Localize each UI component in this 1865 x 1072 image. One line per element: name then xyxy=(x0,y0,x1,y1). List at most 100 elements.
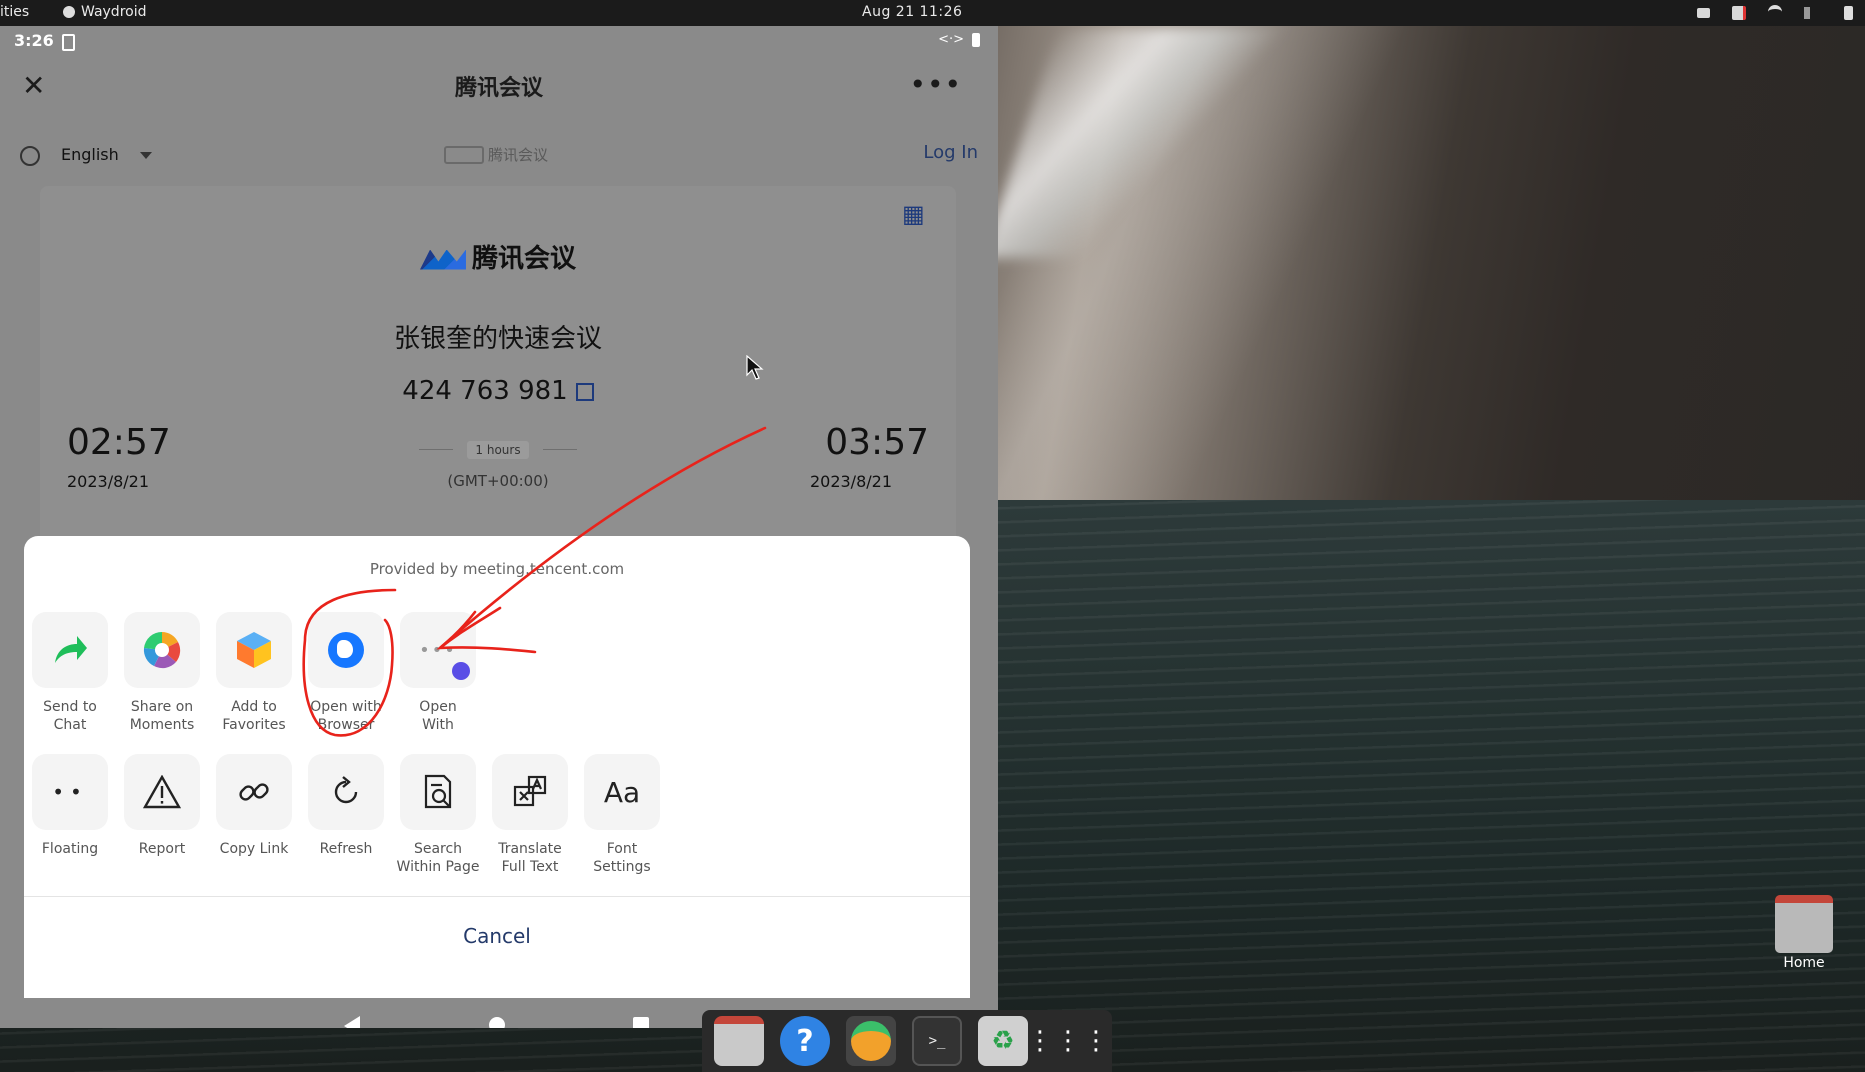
tile[interactable] xyxy=(216,612,292,688)
cancel-button[interactable]: Cancel xyxy=(24,924,970,948)
tile[interactable] xyxy=(308,612,384,688)
meeting-id: 424 763 981 xyxy=(402,376,568,406)
label-line2: Browser xyxy=(317,717,375,733)
duration-badge: 1 hours xyxy=(467,441,529,459)
label-line1: Font xyxy=(606,841,638,857)
brand-logo: 腾讯会议 xyxy=(40,238,956,275)
app-grid-icon[interactable]: ⋮⋮⋮ xyxy=(1027,1016,1109,1066)
label-line1: Open xyxy=(419,699,457,715)
home-circle-icon[interactable] xyxy=(489,1017,505,1028)
label-line1: Send to xyxy=(43,699,97,715)
meeting-title: 张银奎的快速会议 xyxy=(393,324,602,354)
link-badge-icon xyxy=(452,662,470,680)
android-battery-icon xyxy=(972,32,980,47)
label-line1: Open with xyxy=(310,699,382,715)
pdf-icon xyxy=(1732,6,1746,20)
system-tray[interactable] xyxy=(1697,5,1853,21)
language-bar: English 腾讯会议 Log In xyxy=(0,130,998,178)
report-button[interactable]: Report xyxy=(124,754,200,876)
label-line1: Translate xyxy=(498,841,562,857)
copy-link-label: Copy Link xyxy=(219,841,289,857)
terminal-icon[interactable]: >_ xyxy=(912,1016,962,1066)
divider xyxy=(24,896,970,897)
chevron-down-icon[interactable] xyxy=(140,152,152,159)
add-to-favorites-button[interactable]: Add to Favorites xyxy=(216,612,292,734)
share-row: Send to Chat Share on Moments Add to Fav… xyxy=(32,612,476,734)
font-settings-button[interactable]: Aa Font Settings xyxy=(584,754,660,876)
clock[interactable]: Aug 21 11:26 xyxy=(862,4,962,20)
copy-link-button[interactable]: Copy Link xyxy=(216,754,292,876)
copy-icon[interactable] xyxy=(575,382,594,401)
webview-header: ✕ 腾讯会议 ••• xyxy=(0,56,998,114)
tile[interactable] xyxy=(492,754,568,830)
label-line2: With xyxy=(422,717,454,733)
open-with-browser-button[interactable]: Open with Browser xyxy=(308,612,384,734)
trash-icon[interactable]: ♻ xyxy=(978,1016,1028,1066)
tile[interactable]: ••• xyxy=(400,612,476,688)
browser-globe-icon xyxy=(328,632,364,668)
label-line2: Settings xyxy=(593,859,651,875)
app-name: Waydroid xyxy=(81,4,147,20)
waydroid-logo-icon xyxy=(851,1021,891,1061)
display-icon xyxy=(1697,8,1710,18)
tile[interactable] xyxy=(124,754,200,830)
provided-by-label: Provided by meeting.tencent.com xyxy=(369,560,625,578)
android-status-bar: 3:26 <·> xyxy=(0,26,998,56)
brand-small-label: 腾讯会议 xyxy=(488,146,549,164)
label-line2: Within Page xyxy=(396,859,480,875)
status-time: 3:26 xyxy=(14,31,54,50)
end-date: 2023/8/21 xyxy=(809,472,892,491)
tencent-meeting-logo-icon xyxy=(444,145,484,164)
tile[interactable] xyxy=(400,754,476,830)
label-line2: Moments xyxy=(129,717,195,733)
translate-full-text-button[interactable]: Translate Full Text xyxy=(492,754,568,876)
send-to-chat-button[interactable]: Send to Chat xyxy=(32,612,108,734)
label-line1: Share on xyxy=(130,699,194,715)
recents-icon[interactable] xyxy=(633,1017,649,1028)
tile[interactable] xyxy=(124,612,200,688)
search-within-page-button[interactable]: Search Within Page xyxy=(397,754,479,876)
translate-icon xyxy=(513,775,547,807)
label-line1: Add to xyxy=(231,699,277,715)
action-row: •• Floating Report Copy Link Refresh Sea… xyxy=(32,754,660,876)
open-with-button[interactable]: ••• Open With xyxy=(400,612,476,734)
globe-icon xyxy=(20,146,40,166)
label-line2: Chat xyxy=(53,717,87,733)
waydroid-icon xyxy=(63,6,75,18)
floating-dots-icon: •• xyxy=(52,780,88,804)
home-folder-label[interactable]: Home xyxy=(1760,955,1848,971)
brand-label: 腾讯会议 xyxy=(471,244,576,274)
back-icon[interactable] xyxy=(344,1016,360,1028)
meeting-card: ▦ 腾讯会议 张银奎的快速会议 424 763 981 02:57 2023/8… xyxy=(40,186,956,546)
moments-aperture-icon xyxy=(143,631,181,669)
tile[interactable]: •• xyxy=(32,754,108,830)
home-folder-icon[interactable] xyxy=(1775,895,1833,953)
wifi-icon xyxy=(1768,5,1782,21)
tile[interactable] xyxy=(308,754,384,830)
end-time: 03:57 xyxy=(825,422,929,463)
report-label: Report xyxy=(138,841,186,857)
tile[interactable] xyxy=(32,612,108,688)
more-icon[interactable]: ••• xyxy=(909,68,962,101)
activities-button[interactable]: ities xyxy=(0,4,29,20)
label-line2: Favorites xyxy=(222,717,286,733)
login-link[interactable]: Log In xyxy=(923,142,978,163)
refresh-icon xyxy=(334,776,358,804)
search-page-icon xyxy=(424,774,452,809)
language-select[interactable]: English xyxy=(61,145,119,164)
share-on-moments-button[interactable]: Share on Moments xyxy=(124,612,200,734)
favorites-cube-icon xyxy=(237,632,271,668)
waydroid-dock-icon[interactable] xyxy=(846,1016,896,1066)
data-arrows-icon: <·> xyxy=(938,32,964,47)
brand-logo-small: 腾讯会议 xyxy=(444,144,548,165)
sim-icon xyxy=(62,34,75,51)
help-icon[interactable]: ? xyxy=(780,1016,830,1066)
more-dots-icon: ••• xyxy=(419,639,457,661)
files-icon[interactable] xyxy=(714,1016,764,1066)
tile[interactable] xyxy=(216,754,292,830)
qr-code-icon[interactable]: ▦ xyxy=(902,200,928,228)
tile[interactable]: Aa xyxy=(584,754,660,830)
refresh-button[interactable]: Refresh xyxy=(308,754,384,876)
app-menu[interactable]: Waydroid xyxy=(63,4,147,20)
floating-button[interactable]: •• Floating xyxy=(32,754,108,876)
